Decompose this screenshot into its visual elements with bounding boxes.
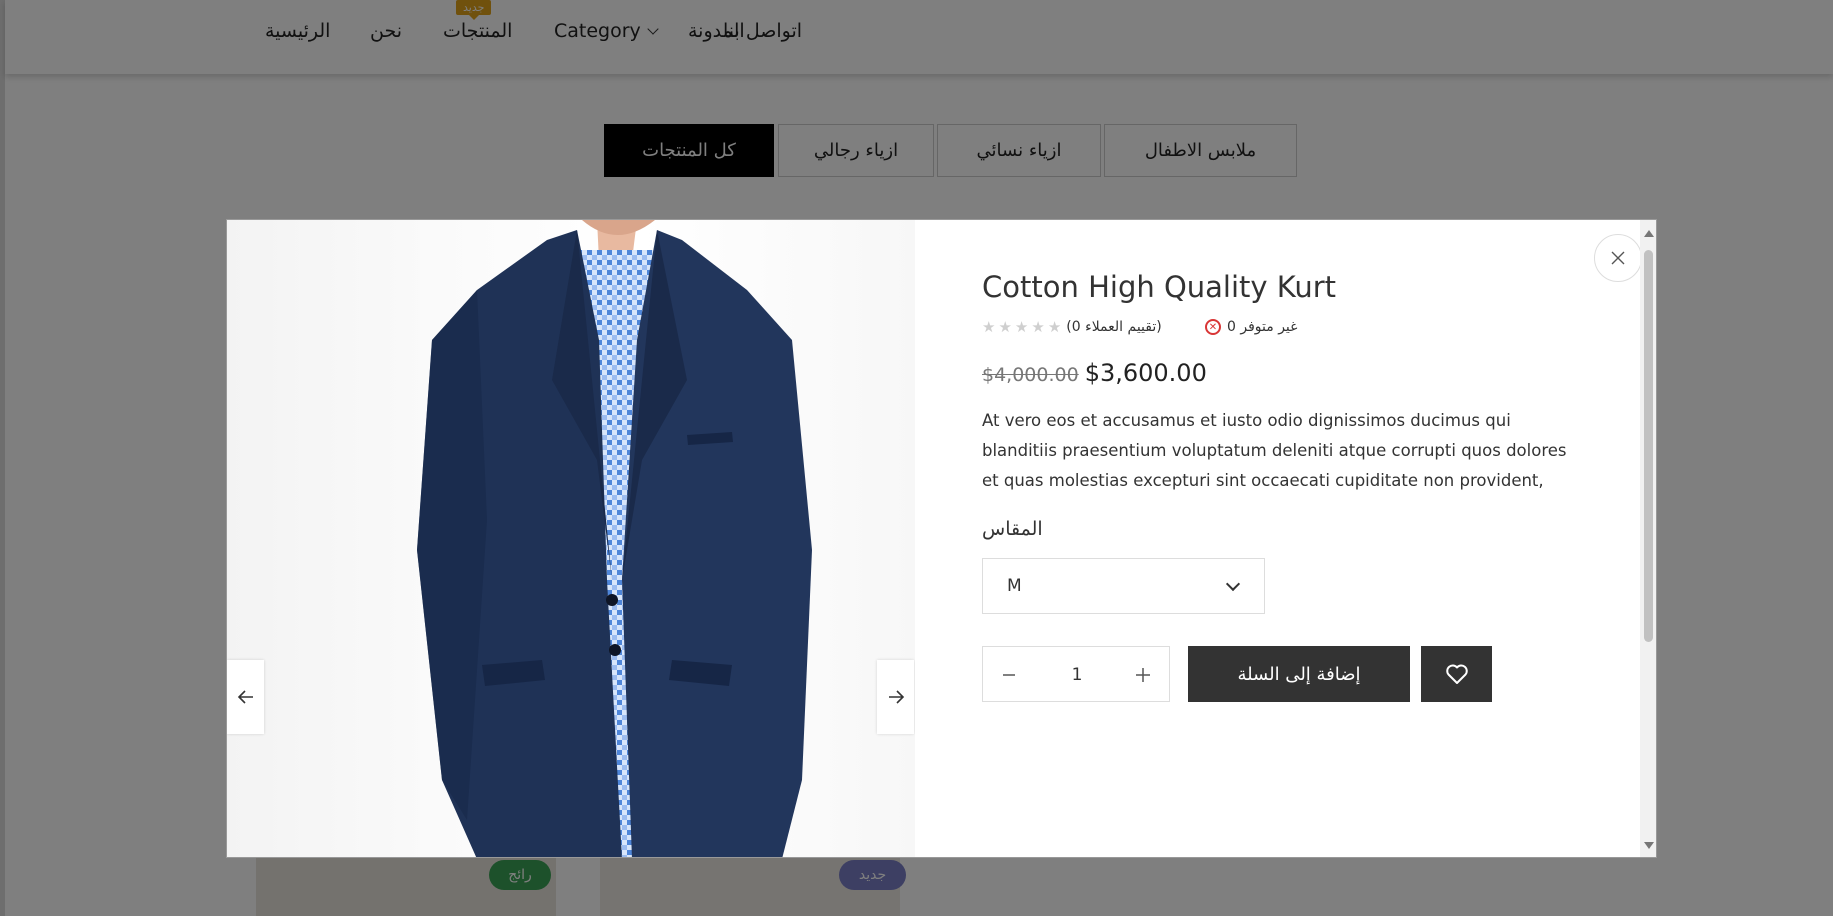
scrollbar-thumb[interactable] bbox=[1644, 250, 1653, 642]
stock-text: غير متوفر 0 bbox=[1227, 319, 1298, 335]
quick-view-modal: Cotton High Quality Kurt ★ ★ ★ ★ ★ (تقيي… bbox=[226, 219, 1657, 858]
star-rating: ★ ★ ★ ★ ★ bbox=[982, 317, 1062, 336]
decrease-quantity-button[interactable] bbox=[989, 647, 1029, 703]
next-image-button[interactable] bbox=[877, 660, 914, 734]
star-icon: ★ bbox=[1047, 317, 1062, 336]
scroll-up-arrow-icon[interactable] bbox=[1644, 230, 1654, 237]
heart-icon bbox=[1445, 664, 1468, 684]
product-description: At vero eos et accusamus et iusto odio d… bbox=[982, 411, 1567, 490]
price: $4,000.00 $3,600.00 bbox=[982, 359, 1207, 387]
star-icon: ★ bbox=[1031, 317, 1045, 336]
arrow-right-icon bbox=[888, 690, 904, 704]
star-icon: ★ bbox=[998, 317, 1012, 336]
reviews-count[interactable]: (تقييم العملاء 0) bbox=[1066, 319, 1161, 335]
product-photo-jacket bbox=[417, 220, 812, 857]
size-value: M bbox=[1007, 576, 1022, 596]
star-icon: ★ bbox=[982, 317, 996, 336]
old-price: $4,000.00 bbox=[982, 364, 1079, 386]
size-select[interactable]: M bbox=[982, 558, 1265, 614]
modal-scrollbar[interactable] bbox=[1640, 220, 1656, 857]
close-icon bbox=[1611, 251, 1625, 265]
quantity-input[interactable]: 1 bbox=[1043, 647, 1111, 703]
out-of-stock-icon: ✕ bbox=[1205, 319, 1221, 335]
scroll-down-arrow-icon[interactable] bbox=[1644, 842, 1654, 849]
plus-icon bbox=[1136, 668, 1150, 682]
stock-status: ✕ غير متوفر 0 bbox=[1205, 317, 1297, 337]
arrow-left-icon bbox=[237, 690, 253, 704]
quantity-stepper: 1 bbox=[982, 646, 1170, 702]
increase-quantity-button[interactable] bbox=[1123, 647, 1163, 703]
current-price: $3,600.00 bbox=[1084, 359, 1207, 387]
chevron-down-icon bbox=[1225, 576, 1241, 592]
rating-row: ★ ★ ★ ★ ★ (تقييم العملاء 0) bbox=[982, 317, 1162, 337]
product-title: Cotton High Quality Kurt bbox=[982, 270, 1337, 304]
minus-icon bbox=[1003, 674, 1015, 676]
wishlist-button[interactable] bbox=[1421, 646, 1492, 702]
add-to-cart-button[interactable]: إضافة إلى السلة bbox=[1188, 646, 1410, 702]
prev-image-button[interactable] bbox=[227, 660, 264, 734]
product-image bbox=[227, 220, 915, 857]
star-icon: ★ bbox=[1014, 317, 1029, 336]
size-label: المقاس bbox=[982, 518, 1043, 540]
close-button[interactable] bbox=[1594, 234, 1642, 282]
